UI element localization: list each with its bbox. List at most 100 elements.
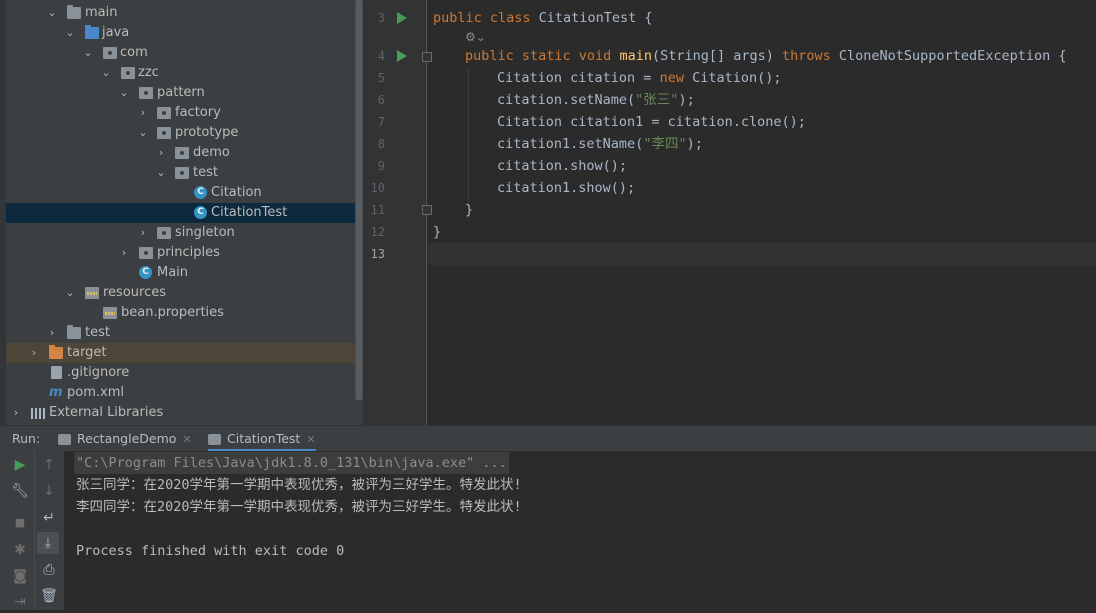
soft-wrap-icon[interactable]: ↵ [38, 507, 60, 529]
line-number: 3 [377, 11, 385, 25]
indent-guide [468, 68, 469, 210]
scroll-to-end-icon[interactable]: ⤓ [37, 532, 59, 554]
tree-item-pom-xml[interactable]: m pom.xml [6, 383, 355, 403]
chevron-down-icon[interactable]: ⌄ [82, 43, 94, 63]
camera-icon[interactable]: ◙ [9, 565, 31, 587]
run-toolbar: ▶ 🔧︎ ■ ✱ ◙ ⇥ ↑ ↓ ↵ ⤓ ⎙ 🗑︎ [0, 451, 64, 610]
code-text: citation1.setName( [497, 136, 644, 152]
code-text: CloneNotSupportedException { [838, 48, 1067, 64]
tree-item-test-folder[interactable]: › test [6, 323, 355, 343]
run-console[interactable]: "C:\Program Files\Java\jdk1.8.0_131\bin\… [64, 451, 1096, 610]
tree-item-label: bean.properties [121, 305, 224, 320]
code-text: citation.setName( [497, 92, 636, 108]
run-tab-citationtest[interactable]: CitationTest ✕ [208, 426, 316, 452]
chevron-down-icon[interactable]: ⌄ [155, 163, 167, 183]
keyword: new [659, 70, 693, 86]
run-main-icon[interactable] [397, 50, 407, 62]
tree-item-com[interactable]: ⌄ com [6, 43, 355, 63]
run-title: Run: [12, 431, 41, 446]
tab-label: RectangleDemo [77, 431, 177, 446]
tree-item-prototype[interactable]: ⌄ prototype [6, 123, 355, 143]
close-icon[interactable]: ✕ [306, 433, 315, 446]
inlay-hints-icon[interactable]: ⚙⌄ [465, 30, 486, 44]
tree-item-main-class[interactable]: C Main [6, 263, 355, 283]
chevron-right-icon[interactable]: › [118, 243, 130, 263]
chevron-down-icon[interactable]: ⌄ [118, 83, 130, 103]
tree-scrollbar[interactable] [355, 0, 363, 400]
chevron-down-icon[interactable]: ⌄ [64, 23, 76, 43]
tree-item-demo[interactable]: › demo [6, 143, 355, 163]
tree-item-target[interactable]: › target [6, 343, 355, 363]
code-editor[interactable]: 3 4 5 6 7 8 9 10 11 12 13 ⚙⌄ public clas… [363, 0, 1096, 425]
tree-item-citation[interactable]: C Citation [6, 183, 355, 203]
code-line-6[interactable]: citation.setName("张三"); [497, 89, 695, 111]
tree-item-resources[interactable]: ⌄ resources [6, 283, 355, 303]
arrow-up-icon[interactable]: ↑ [38, 454, 60, 476]
tree-item-factory[interactable]: › factory [6, 103, 355, 123]
chevron-down-icon[interactable]: ⌄ [137, 123, 149, 143]
chevron-right-icon[interactable]: › [10, 403, 22, 423]
chevron-right-icon[interactable]: › [28, 343, 40, 363]
code-line-10[interactable]: citation1.show(); [497, 177, 635, 199]
code-line-9[interactable]: citation.show(); [497, 155, 627, 177]
code-line-12[interactable]: } [433, 221, 441, 243]
tree-item-label: zzc [138, 65, 159, 80]
code-line-5[interactable]: Citation citation = new Citation(); [497, 67, 781, 89]
print-icon[interactable]: ⎙ [38, 559, 60, 581]
console-command-line[interactable]: "C:\Program Files\Java\jdk1.8.0_131\bin\… [74, 452, 509, 474]
stop-icon[interactable]: ■ [9, 512, 31, 534]
arrow-down-icon[interactable]: ↓ [38, 480, 60, 502]
wrench-icon[interactable]: 🔧︎ [9, 480, 31, 502]
tree-item-test-package[interactable]: ⌄ test [6, 163, 355, 183]
run-tool-window-header: Run: RectangleDemo ✕ CitationTest ✕ [0, 425, 1096, 452]
chevron-right-icon[interactable]: › [46, 323, 58, 343]
scrollbar-thumb[interactable] [356, 0, 362, 400]
chevron-right-icon[interactable]: › [137, 223, 149, 243]
excluded-folder-icon [49, 345, 63, 359]
tree-item-label: demo [193, 145, 230, 160]
code-line-8[interactable]: citation1.setName("李四"); [497, 133, 703, 155]
trash-icon[interactable]: 🗑︎ [38, 585, 60, 607]
line-number: 5 [377, 71, 385, 85]
tree-item-label: resources [103, 285, 167, 300]
project-tree: ⌄ main ⌄ java ⌄ com ⌄ zzc ⌄ pattern › fa… [0, 0, 363, 425]
tree-item-principles[interactable]: › principles [6, 243, 355, 263]
tree-item-pattern[interactable]: ⌄ pattern [6, 83, 355, 103]
package-icon [121, 67, 135, 79]
tree-item-java[interactable]: ⌄ java [6, 23, 355, 43]
tree-item-bean-properties[interactable]: bean.properties [6, 303, 355, 323]
run-tab-rectangledemo[interactable]: RectangleDemo ✕ [58, 426, 192, 451]
run-class-icon[interactable] [397, 12, 407, 24]
tree-item-label: pom.xml [67, 385, 124, 400]
fold-marker-icon[interactable] [422, 52, 432, 62]
line-number: 10 [370, 181, 385, 195]
close-icon[interactable]: ✕ [182, 433, 191, 446]
tree-item-label: test [85, 325, 110, 340]
maven-file-icon: m [49, 385, 63, 400]
tree-item-singleton[interactable]: › singleton [6, 223, 355, 243]
code-line-11[interactable]: } [465, 199, 473, 221]
chevron-down-icon[interactable]: ⌄ [100, 63, 112, 83]
tree-item-external-libraries[interactable]: › External Libraries [6, 403, 355, 423]
tree-item-gitignore[interactable]: .gitignore [6, 363, 355, 383]
tree-item-citationtest[interactable]: C CitationTest [6, 203, 355, 223]
chevron-down-icon[interactable]: ⌄ [46, 3, 58, 23]
tree-item-label: pattern [157, 85, 205, 100]
fold-marker-icon[interactable] [422, 205, 432, 215]
chevron-down-icon[interactable]: ⌄ [64, 283, 76, 303]
run-config-icon [58, 434, 71, 445]
keyword: public static void [465, 48, 620, 64]
chevron-right-icon[interactable]: › [137, 103, 149, 123]
chevron-right-icon[interactable]: › [155, 143, 167, 163]
debug-icon[interactable]: ✱ [9, 539, 31, 561]
code-line-7[interactable]: Citation citation1 = citation.clone(); [497, 111, 806, 133]
tree-item-main[interactable]: ⌄ main [6, 3, 355, 23]
tab-label: CitationTest [227, 431, 301, 446]
code-line-4[interactable]: public static void main(String[] args) t… [465, 45, 1066, 67]
rerun-icon[interactable]: ▶ [9, 454, 31, 476]
package-icon [157, 127, 171, 139]
package-icon [157, 227, 171, 239]
tree-item-label: java [102, 25, 130, 40]
tree-item-zzc[interactable]: ⌄ zzc [6, 63, 355, 83]
code-line-3[interactable]: public class CitationTest { [433, 7, 652, 29]
